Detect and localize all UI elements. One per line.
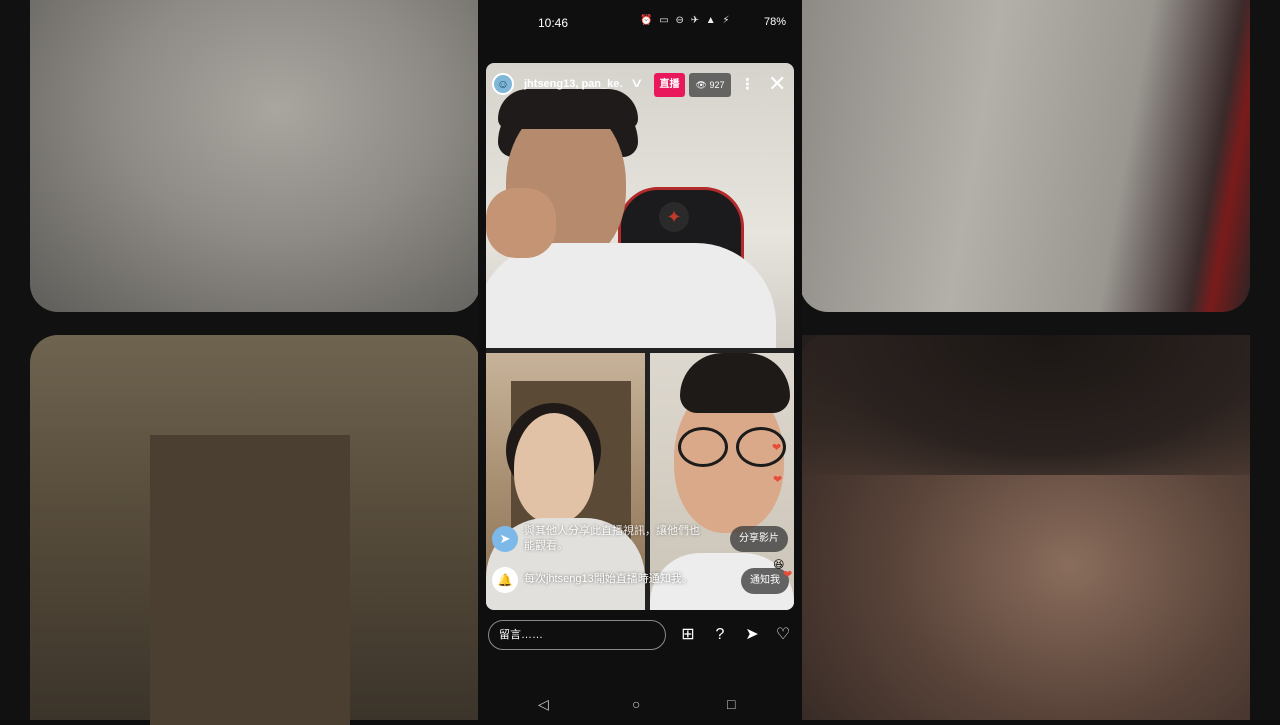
heart-reaction: ❤ [783,569,793,581]
chevron-down-icon[interactable]: ∨ [630,75,644,91]
guest-1-face [514,413,594,523]
viewer-count-value: 927 [709,80,725,90]
notify-me-button[interactable]: 通知我 [741,568,789,594]
live-stream-view[interactable]: ✦ ☺ jhtseng13, pan_ke… ∨ 直播 👁 927 ⋮ ✕ ➤ … [486,63,794,610]
phone-screen: 10:46 ⏰ ▭ ⊖ ✈ ▲ ⚡ 78% ✦ ☺ jhtseng13, pan… [478,0,802,720]
home-icon[interactable]: ○ [632,696,640,712]
host-hand [486,188,556,258]
status-bar: 10:46 ⏰ ▭ ⊖ ✈ ▲ ⚡ 78% [478,0,802,44]
eye-icon: 👁 [695,80,707,90]
back-icon[interactable]: ◁ [538,696,549,713]
share-prompt: 與其他人分享此直播視訊，讓他們也能觀看。 [524,525,700,552]
paper-plane-icon: ➤ [492,526,518,552]
close-icon[interactable]: ✕ [768,72,786,96]
heart-reaction: ❤ [773,474,783,486]
glasses [678,427,786,467]
recents-icon[interactable]: □ [727,696,735,712]
comment-input[interactable]: 留言…… [488,620,666,650]
host-shirt [486,243,776,348]
blurred-host-video-right [800,0,1250,312]
live-badge: 直播 [654,73,685,97]
blurred-host-video-left [30,0,480,312]
host-avatar[interactable]: ☺ [492,73,514,95]
blurred-guest-video-right [800,335,1250,720]
status-time: 10:46 [538,16,569,30]
more-options-icon[interactable]: ⋮ [740,75,755,93]
status-icons: ⏰ ▭ ⊖ ✈ ▲ ⚡ [640,15,732,26]
share-video-button[interactable]: 分享影片 [730,526,788,552]
question-icon[interactable]: ? [709,624,731,646]
send-icon[interactable]: ➤ [741,624,763,646]
blurred-guest-video-left [30,335,480,725]
battery-level: 78% [764,16,787,28]
host-names[interactable]: jhtseng13, pan_ke… [524,78,624,90]
live-header: ☺ jhtseng13, pan_ke… ∨ 直播 👁 927 ⋮ ✕ [486,63,794,107]
comment-bar: 留言…… ⊞ ? ➤ ♡ [478,618,802,658]
system-nav-bar: ◁ ○ □ [478,690,802,720]
bell-icon: 🔔 [492,567,518,593]
chair-logo: ✦ [659,202,689,232]
video-request-icon[interactable]: ⊞ [677,624,699,646]
viewer-count[interactable]: 👁 927 [689,73,731,97]
heart-reaction: ❤ [772,442,782,454]
heart-icon[interactable]: ♡ [772,624,794,646]
notify-prompt: 每次jhtseng13開始直播時通知我。 [524,573,693,585]
